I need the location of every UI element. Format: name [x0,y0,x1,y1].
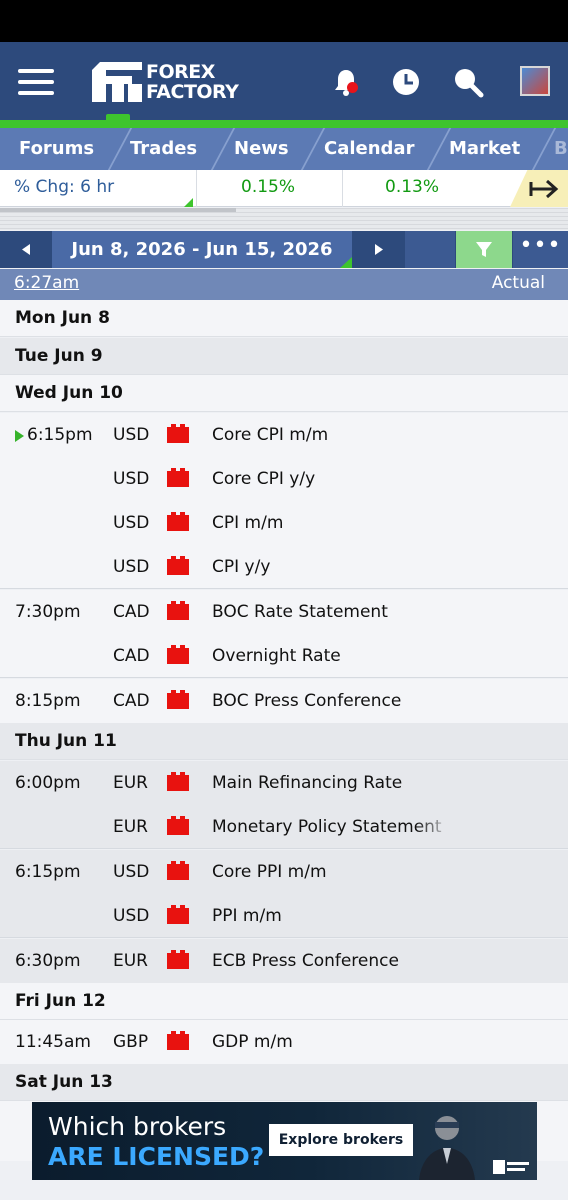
nav-calendar[interactable]: Calendar [324,128,414,170]
now-indicator-icon [15,430,24,442]
ad-subheadline: ARE LICENSED? [48,1142,265,1171]
event-row[interactable]: 8:15pm CAD BOC Press Conference [0,679,568,723]
explore-brokers-button[interactable]: Explore brokers [269,1124,413,1156]
ticker-cell[interactable]: 0.15% [196,170,342,207]
high-impact-icon [167,512,189,531]
event-row[interactable]: EUR Monetary Policy Statement [0,805,568,849]
date-range-label[interactable]: Jun 8, 2026 - Jun 15, 2026 [52,231,352,268]
status-bar [0,0,568,42]
day-header: Thu Jun 11 [0,723,568,760]
more-options-button[interactable]: ••• [513,231,568,268]
nav-trades[interactable]: Trades [130,128,197,170]
person-illustration [419,1116,475,1180]
day-header: Tue Jun 9 [0,338,568,375]
active-indicator [106,114,130,122]
main-nav: Forums Trades News Calendar Market B [0,128,568,170]
high-impact-icon [167,601,189,620]
chevron-left-icon [22,244,30,255]
filter-icon [476,242,492,257]
clock-icon[interactable] [390,66,422,98]
high-impact-icon [167,468,189,487]
day-header: Mon Jun 8 [0,300,568,337]
event-row[interactable]: USD Core CPI y/y [0,457,568,501]
event-row[interactable]: 6:00pm EUR Main Refinancing Rate [0,761,568,805]
range-marker [340,257,352,268]
actual-column-header: Actual [491,273,545,293]
ticker-scrollbar[interactable] [0,208,568,230]
event-row[interactable]: 6:15pm USD Core CPI m/m [0,413,568,457]
logo-mark-icon [92,62,142,102]
notification-dot [347,82,358,93]
high-impact-icon [167,1031,189,1050]
day-header: Sat Jun 13 [0,1064,568,1101]
date-range-bar: Jun 8, 2026 - Jun 15, 2026 ••• [0,231,568,268]
event-row[interactable]: USD CPI y/y [0,545,568,589]
event-row[interactable]: 11:45am GBP GDP m/m [0,1020,568,1064]
search-icon[interactable] [452,66,484,98]
ad-headline: Which brokers [48,1112,227,1141]
logo-text: FOREX FACTORY [146,61,239,103]
header-accent-bar [0,120,568,128]
nav-forums[interactable]: Forums [19,128,94,170]
high-impact-icon [167,861,189,880]
nav-more[interactable]: B [554,128,568,170]
arrow-right-icon [529,179,559,199]
forex-factory-logo[interactable]: FOREX FACTORY [92,58,242,106]
event-row[interactable]: 6:30pm EUR ECB Press Conference [0,939,568,983]
event-row[interactable]: USD CPI m/m [0,501,568,545]
day-header: Fri Jun 12 [0,983,568,1020]
nav-market[interactable]: Market [449,128,520,170]
avatar[interactable] [520,66,550,96]
event-row[interactable]: CAD Overnight Rate [0,634,568,678]
event-row[interactable]: USD PPI m/m [0,894,568,938]
prev-week-button[interactable] [0,231,52,268]
ticker-bar: % Chg: 6 hr 0.15% 0.13% [0,170,568,207]
nav-news[interactable]: News [234,128,289,170]
ticker-marker [184,198,193,207]
event-row[interactable]: 7:30pm CAD BOC Rate Statement [0,590,568,634]
view-toggle[interactable] [405,231,455,268]
day-header: Wed Jun 10 [0,375,568,412]
high-impact-icon [167,556,189,575]
current-time-link[interactable]: 6:27am [14,273,79,293]
high-impact-icon [167,816,189,835]
next-week-button[interactable] [355,231,403,268]
filter-button[interactable] [456,231,512,268]
high-impact-icon [167,645,189,664]
ticker-cell[interactable]: 0.13% [342,170,488,207]
broker-ad-banner[interactable]: Which brokers ARE LICENSED? Explore brok… [32,1102,537,1180]
high-impact-icon [167,690,189,709]
bell-icon[interactable] [330,66,362,98]
high-impact-icon [167,905,189,924]
calendar-subheader: 6:27am Actual [0,269,568,300]
chevron-right-icon [375,244,383,255]
high-impact-icon [167,772,189,791]
menu-icon[interactable] [18,69,54,95]
app-header: FOREX FACTORY [0,42,568,122]
forex-factory-mini-logo [493,1160,529,1174]
high-impact-icon [167,950,189,969]
event-row[interactable]: 6:15pm USD Core PPI m/m [0,850,568,894]
ticker-label: % Chg: 6 hr [14,177,115,197]
high-impact-icon [167,424,189,443]
